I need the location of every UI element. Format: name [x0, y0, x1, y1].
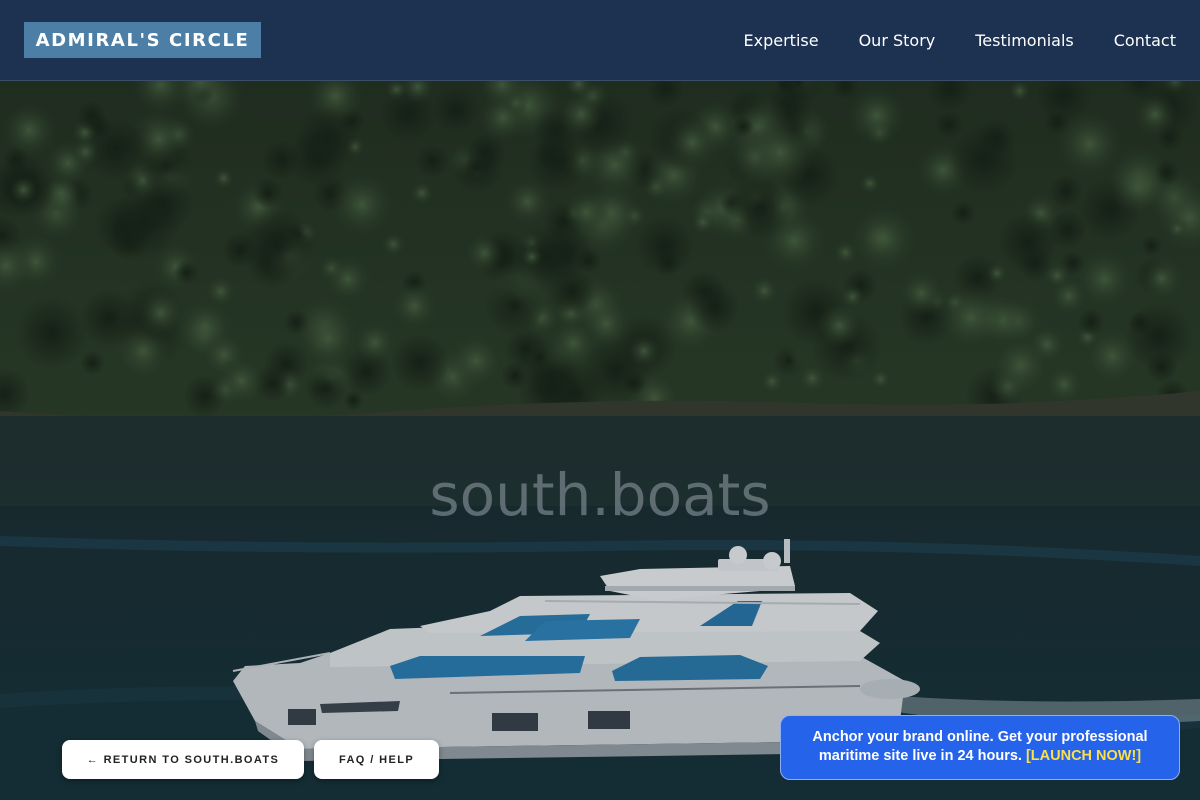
nav-link-contact[interactable]: Contact — [1114, 31, 1176, 50]
nav-link-expertise[interactable]: Expertise — [744, 31, 819, 50]
yacht-scene-illustration — [0, 81, 1200, 800]
main-nav: Expertise Our Story Testimonials Contact — [744, 0, 1176, 80]
faq-help-button[interactable]: FAQ / HELP — [314, 740, 439, 779]
site-header: ADMIRAL'S CIRCLE Expertise Our Story Tes… — [0, 0, 1200, 81]
promo-banner[interactable]: Anchor your brand online. Get your profe… — [780, 715, 1180, 780]
hero-image: south.boats — [0, 81, 1200, 800]
watermark-text: south.boats — [429, 461, 771, 529]
nav-link-testimonials[interactable]: Testimonials — [975, 31, 1074, 50]
brand-logo[interactable]: ADMIRAL'S CIRCLE — [24, 22, 261, 58]
launch-now-link[interactable]: [LAUNCH NOW!] — [1026, 748, 1141, 764]
nav-link-our-story[interactable]: Our Story — [859, 31, 936, 50]
return-to-south-boats-button[interactable]: ← RETURN TO SOUTH.BOATS — [62, 740, 304, 779]
